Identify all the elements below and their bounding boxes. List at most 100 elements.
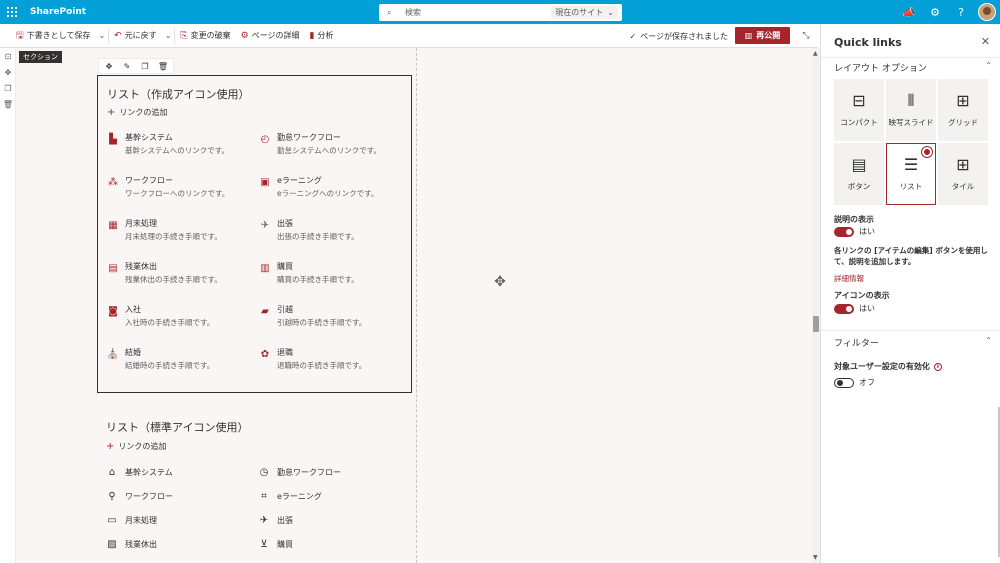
list-item[interactable]: ⛪ 結婚 結婚時の手続き手順です。 (107, 347, 259, 372)
page-details-button[interactable]: ⚙ ページの詳細 (236, 24, 305, 48)
link-title: 出張 (277, 515, 293, 525)
add-link-button[interactable]: + リンクの追加 (107, 107, 167, 118)
chevron-down-icon[interactable]: ⌄ (95, 31, 108, 40)
list-item[interactable]: ⊻ 購買 (258, 538, 406, 550)
search-scope-dropdown[interactable]: 現在のサイト ⌄ (551, 6, 618, 19)
layout-compact[interactable]: ⊟ コンパクト (834, 79, 884, 141)
undo-label: 元に戻す (124, 31, 157, 40)
list-item[interactable]: ▥ 購買 購買の手続き手順です。 (259, 261, 407, 286)
layout-label: コンパクト (840, 117, 878, 127)
calendar-icon: ▦ (108, 219, 118, 231)
move-icon[interactable]: ✥ (102, 59, 116, 73)
filter-header[interactable]: フィルター ⌃ (834, 336, 992, 349)
layout-options-header[interactable]: レイアウト オプション ⌃ (834, 61, 992, 74)
toggle-switch[interactable] (834, 377, 854, 388)
gear-icon[interactable]: ⚙ (922, 0, 948, 24)
save-draft-button[interactable]: 🖫 下書きとして保存 (0, 24, 95, 48)
list-item[interactable]: ⁂ ワークフロー ワークフローへのリンクです。 (107, 175, 259, 200)
workflow-icon: ⁂ (108, 176, 118, 188)
avatar[interactable] (978, 3, 996, 21)
chevron-down-icon[interactable]: ⌄ (162, 31, 175, 40)
brand-name[interactable]: SharePoint (30, 7, 86, 17)
list-item[interactable]: ◷ 勤怠ワークフロー (258, 466, 406, 478)
discard-button[interactable]: ⎘ 変更の破棄 (175, 24, 235, 48)
layout-label: リスト (899, 181, 923, 191)
gear-icon: ⚙ (240, 30, 249, 41)
delete-icon[interactable]: 🗑 (0, 96, 16, 112)
list-item[interactable]: ▤ 残業休出 残業休出の手続き手順です。 (107, 261, 259, 286)
show-description-toggle[interactable]: はい (834, 226, 875, 237)
chevron-up-icon: ⌃ (985, 336, 992, 345)
layout-button[interactable]: ▤ ボタン (834, 143, 884, 205)
edit-icon[interactable]: ✎ (120, 59, 134, 73)
audience-targeting-toggle[interactable]: オフ (834, 377, 875, 388)
layout-label: タイル (951, 181, 975, 191)
help-icon[interactable]: ? (948, 0, 974, 24)
audience-targeting-text: 対象ユーザー設定の有効化 (834, 362, 930, 371)
list-item[interactable]: ▙ 基幹システム 基幹システムへのリンクです。 (107, 132, 259, 157)
show-icons-toggle[interactable]: はい (834, 303, 875, 314)
building-icon: ⌂ (108, 466, 116, 478)
show-description-label: 説明の表示 (834, 215, 874, 224)
duplicate-icon[interactable]: ❐ (138, 59, 152, 73)
move-icon[interactable]: ✥ (491, 273, 509, 291)
list-item[interactable]: ⌗ eラーニング (258, 490, 406, 502)
quick-links-webpart[interactable]: リスト（作成アイコン使用） + リンクの追加 ▙ 基幹システム 基幹システムへのリン… (97, 75, 412, 393)
duplicate-icon[interactable]: ❐ (0, 80, 16, 96)
webpart-title[interactable]: リスト（標準アイコン使用） (106, 419, 248, 435)
more-info-link[interactable]: 詳細情報 (834, 273, 864, 284)
list-item[interactable]: ✿ 退職 退職時の手続き手順です。 (259, 347, 407, 372)
toggle-switch[interactable] (834, 303, 854, 314)
link-title: 基幹システム (125, 133, 173, 142)
flow-icon: ⚲ (108, 490, 116, 502)
chevron-down-icon: ⌄ (607, 8, 614, 17)
list-item[interactable]: ◙ 入社 入社時の手続き手順です。 (107, 304, 259, 329)
add-link-button[interactable]: + リンクの追加 (106, 441, 166, 452)
link-title: 結婚 (125, 348, 141, 357)
link-title: 月末処理 (125, 515, 157, 525)
delete-icon[interactable]: 🗑 (156, 59, 170, 73)
search-box[interactable]: ⌕ 検索 現在のサイト ⌄ (379, 4, 622, 21)
list-item[interactable]: ▣ eラーニング eラーニングへのリンクです。 (259, 175, 407, 200)
search-input[interactable]: 検索 (405, 7, 551, 18)
list-item[interactable]: ✈ 出張 (258, 514, 406, 526)
link-description: 結婚時の手続き手順です。 (125, 361, 215, 370)
canvas-scrollbar[interactable]: ▲ ▼ (812, 48, 820, 563)
list-item[interactable]: ⚲ ワークフロー (106, 490, 258, 502)
layout-list[interactable]: ☰ リスト (886, 143, 936, 205)
saved-status: ✓ ページが保存されました (629, 24, 728, 48)
toggle-switch[interactable] (834, 226, 854, 237)
link-title: 残業休出 (125, 539, 157, 549)
clock-icon: ◷ (259, 466, 269, 478)
layout-options-label: レイアウト オプション (834, 64, 927, 74)
truck-icon: ▰ (261, 305, 269, 317)
edit-section-icon[interactable]: ⊡ (0, 48, 16, 64)
list-item[interactable]: ▭ 月末処理 (106, 514, 258, 526)
layout-grid[interactable]: ⊞ グリッド (938, 79, 988, 141)
show-icons-label: アイコンの表示 (834, 291, 890, 300)
undo-button[interactable]: ↶ 元に戻す (109, 24, 162, 48)
scrollbar-thumb[interactable] (813, 316, 819, 332)
collapse-icon[interactable]: ⤡ (798, 28, 814, 44)
list-item[interactable]: ▨ 残業休出 (106, 538, 258, 550)
divider (821, 330, 1000, 331)
info-icon[interactable]: i (933, 362, 942, 371)
grid-icon: ⊞ (956, 90, 970, 110)
app-launcher-icon[interactable] (0, 0, 24, 24)
close-icon[interactable]: ✕ (981, 35, 990, 48)
list-item[interactable]: ▰ 引越 引越時の手続き手順です。 (259, 304, 407, 329)
list-item[interactable]: ✈ 出張 出張の手続き手順です。 (259, 218, 407, 243)
webpart-title[interactable]: リスト（作成アイコン使用） (107, 86, 249, 102)
scroll-up-icon[interactable]: ▲ (813, 50, 818, 57)
list-item[interactable]: ◴ 勤怠ワークフロー 勤怠システムへのリンクです。 (259, 132, 407, 157)
toggle-state: はい (859, 304, 875, 313)
list-item[interactable]: ⌂ 基幹システム (106, 466, 258, 478)
list-item[interactable]: ▦ 月末処理 月末処理の手続き手順です。 (107, 218, 259, 243)
layout-tile[interactable]: ⊞ タイル (938, 143, 988, 205)
layout-filmstrip[interactable]: ⫴ 映写スライド (886, 79, 936, 141)
republish-button[interactable]: ▥ 再公開 (735, 27, 790, 44)
move-icon[interactable]: ✥ (0, 64, 16, 80)
scroll-down-icon[interactable]: ▼ (813, 554, 818, 561)
megaphone-icon[interactable]: 📣 (896, 0, 922, 24)
analytics-button[interactable]: ▮ 分析 (305, 24, 339, 48)
